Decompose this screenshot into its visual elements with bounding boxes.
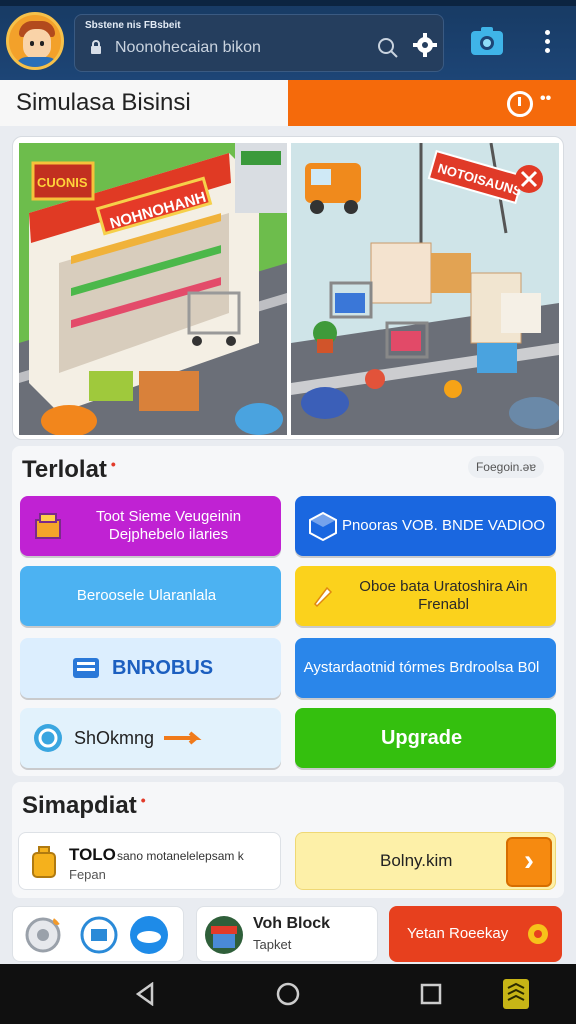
market-name: Voh Block [253,915,331,932]
tile-bonus[interactable]: BNROBUS [20,638,281,698]
system-nav-bar [0,964,576,1024]
tile-general[interactable]: Beroosele Ularanlala [20,566,281,626]
avatar-face [23,29,51,59]
gear-badge-icon [528,924,548,944]
tile-label: Toot Sieme Veugeinin Dejphebelo ilaries [95,508,242,543]
title-more-dots[interactable]: •• [540,90,551,108]
market-sub: Tapket [253,937,292,952]
store-desc: sano motanelelepsam k [117,849,244,863]
chevron-right-icon[interactable]: › [506,837,552,887]
store-name: TOLO [69,845,116,864]
avatar[interactable] [6,12,64,70]
tile-label: Aystardaotnid tórmes Brdroolsa B0l [303,659,540,676]
lock-icon [91,40,101,54]
app-shortcut-icon[interactable] [502,978,530,1010]
home-icon[interactable] [276,982,300,1006]
tile-assistant[interactable]: Aystardaotnid tórmes Brdroolsa B0l [295,638,556,698]
search-icon[interactable] [377,37,399,59]
kettle-icon [32,846,56,878]
reward-button[interactable]: Yetan Roeekay [389,906,562,962]
timer-icon[interactable] [507,91,533,117]
cube-icon [309,511,337,542]
tile-process-video[interactable]: Pnooras VOB. BNDE VADIOO [295,496,556,556]
store-scene-right[interactable]: NOTOISAUNS [291,143,559,435]
tile-label: Beroosele Ularanlala [76,587,217,604]
market-stall-icon [205,916,243,954]
upgrade-button[interactable]: Upgrade [295,708,556,768]
avatar-eye [40,41,44,46]
buy-card[interactable]: Bolny.kim › [295,832,556,890]
tile-business-sim[interactable]: Toot Sieme Veugeinin Dejphebelo ilaries [20,496,281,556]
avatar-eye [30,41,34,46]
reward-label: Yetan Roeekay [407,925,509,942]
section-title-shop: Simapdiat • [22,792,146,819]
store-side-sign-text: CUONIS [37,175,88,190]
store-box-icon [35,513,61,539]
top-app-bar: Sbstene nis FBsbeit Noonohecaian bikon [0,0,576,80]
tile-shopping[interactable]: ShOkmng [20,708,281,768]
store-icon[interactable] [79,915,119,955]
quick-actions [12,906,184,962]
recents-icon[interactable] [420,983,442,1005]
tile-label: Pnooras VOB. BNDE VADIOO [341,517,546,534]
title-bar: Simulasa Bisinsi •• [0,80,576,126]
arrow-icon [164,731,202,745]
page-title: Simulasa Bisinsi [16,89,191,116]
see-all-link[interactable]: Foegoin.ǝɐ [468,456,544,478]
market-card[interactable]: Voh Block Tapket [196,906,378,962]
gear-icon[interactable] [413,33,437,57]
tile-label: BNROBUS [112,657,214,679]
avatar-shirt [15,57,59,67]
section-title-featured: Terlolat • [22,456,116,483]
store-scene-left[interactable]: NOHNOHANH CUONIS [19,143,287,435]
book-icon [73,658,99,678]
search-input[interactable]: Noonohecaian bikon [115,39,261,57]
tile-label: ShOkmng [74,728,155,748]
chef-hat-icon[interactable] [129,915,169,955]
buy-label: Bolny.kim [380,851,453,870]
tile-label: Oboe bata Uratoshira Ain Frenabl [359,578,528,613]
store-card[interactable]: TOLO sano motanelelepsam k Fepan [18,832,281,890]
rocket-icon [314,586,333,608]
more-menu-icon[interactable] [538,28,556,56]
store-sub: Fepan [69,867,106,882]
settings-icon[interactable] [23,915,63,955]
search-bar[interactable]: Sbstene nis FBsbeit Noonohecaian bikon [74,14,444,72]
shield-icon [34,724,62,752]
upgrade-label: Upgrade [380,727,463,749]
camera-icon[interactable] [470,26,504,56]
tile-data-strategy[interactable]: Oboe bata Uratoshira Ain Frenabl [295,566,556,626]
back-icon[interactable] [134,982,156,1006]
status-strip [0,0,576,6]
hero-banner: NOHNOHANH CUONIS NOTOISAUNS [12,136,564,440]
search-caption: Sbstene nis FBsbeit [85,20,181,31]
